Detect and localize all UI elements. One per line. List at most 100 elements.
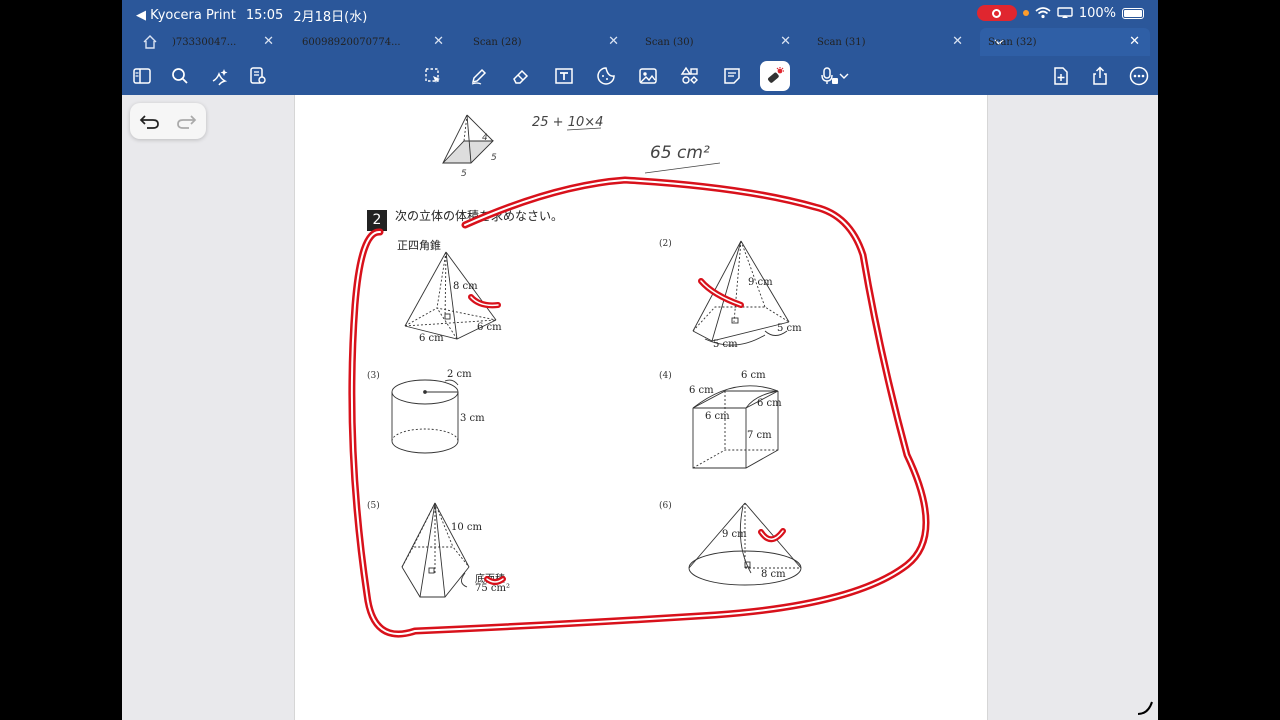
lasso-select-button[interactable]: [420, 63, 446, 89]
q5-number: (5): [367, 501, 380, 511]
screen-record-indicator[interactable]: [976, 5, 1017, 21]
back-to-app-link[interactable]: ◀ Kyocera Print: [136, 8, 236, 23]
highlighter-button[interactable]: [760, 61, 790, 91]
q1-title: 正四角錐: [397, 239, 441, 252]
more-button[interactable]: [1126, 63, 1152, 89]
q4-edge-label: 6 cm: [741, 370, 766, 381]
document-search-icon: [250, 67, 266, 84]
q2-side-label: 5 cm: [713, 339, 738, 350]
geometry-figures: [391, 114, 802, 598]
q1-side-label: 6 cm: [419, 333, 444, 344]
q2-side-label: 5 cm: [777, 323, 802, 334]
q6-slant-label: 9 cm: [722, 529, 747, 540]
document-viewport[interactable]: 25 + 10×4 65 cm² 4 5 5 2 次の立体の体積を求めなさい。 …: [122, 95, 1158, 720]
text-box-button[interactable]: [551, 63, 577, 89]
handwritten-answer: 65 cm²: [650, 143, 710, 163]
tab-label: )73330047...: [172, 36, 237, 48]
q5-hexagonal-pyramid-figure: [401, 502, 470, 598]
chevron-down-icon: [839, 73, 849, 79]
q3-number: (3): [367, 371, 380, 381]
tab-label: Scan (28): [473, 36, 522, 48]
undo-redo-panel: [130, 103, 206, 139]
tab-document-1[interactable]: )73330047... ✕: [172, 28, 284, 56]
battery-icon: [1122, 7, 1144, 19]
question-instruction: 次の立体の体積を求めなさい。: [395, 209, 564, 223]
tab-label: Scan (30): [645, 36, 694, 48]
lasso-icon: [425, 68, 440, 83]
handwritten-calculation: 25 + 10×4: [532, 115, 604, 130]
handwritten-dimension: 4: [482, 133, 488, 143]
sidebar-button[interactable]: [129, 63, 155, 89]
more-icon: [1129, 66, 1149, 86]
laser-pointer-icon: [768, 67, 784, 83]
ai-assist-button[interactable]: [207, 63, 233, 89]
q5-edge-label: 10 cm: [451, 522, 482, 533]
redo-icon[interactable]: [175, 111, 197, 131]
tab-label: Scan (31): [817, 36, 866, 48]
q4-height-label: 7 cm: [747, 430, 772, 441]
status-date: 2月18日(水): [293, 10, 368, 25]
sparkle-icon: [212, 69, 228, 86]
q6-number: (6): [659, 501, 672, 511]
tab-scan-28[interactable]: Scan (28) ✕: [465, 28, 629, 56]
status-time: 15:05: [245, 8, 284, 23]
note-icon: [724, 68, 740, 84]
q6-radius-label: 8 cm: [761, 569, 786, 580]
q4-edge-label: 6 cm: [705, 411, 730, 422]
search-icon: [172, 68, 188, 84]
wifi-icon: [1035, 7, 1051, 19]
sticker-icon: [597, 67, 615, 85]
handwritten-dimension: 5: [491, 153, 497, 163]
shapes-button[interactable]: [677, 63, 703, 89]
tab-label: 60098920070774...: [302, 36, 401, 48]
close-icon[interactable]: ✕: [1129, 34, 1140, 49]
tab-scan-30[interactable]: Scan (30) ✕: [637, 28, 801, 56]
close-icon[interactable]: ✕: [952, 34, 963, 49]
mic-indicator-icon: [1022, 10, 1029, 16]
share-button[interactable]: [1087, 63, 1113, 89]
shapes-icon: [680, 66, 698, 84]
status-bar: ◀ Kyocera Print 15:05 2月18日(水) 100%: [122, 0, 1158, 28]
note-button[interactable]: [719, 63, 745, 89]
tab-label: Scan (32): [988, 36, 1037, 48]
pen-icon: [471, 68, 487, 85]
q3-radius-label: 2 cm: [447, 369, 472, 380]
q1-height-label: 8 cm: [453, 281, 478, 292]
q4-number: (4): [659, 371, 672, 381]
image-button[interactable]: [635, 63, 661, 89]
sidebar-icon: [133, 68, 151, 84]
tab-scan-32[interactable]: Scan (32) ✕: [980, 28, 1150, 56]
document-tab-bar: )73330047... ✕ 60098920070774... ✕ Scan …: [122, 28, 1158, 56]
q1-side-label: 6 cm: [477, 322, 502, 333]
question-number: 2: [367, 210, 387, 231]
tab-scan-31[interactable]: Scan (31) ✕: [809, 28, 973, 56]
undo-icon[interactable]: [139, 111, 161, 131]
close-icon[interactable]: ✕: [608, 34, 619, 49]
close-icon[interactable]: ✕: [780, 34, 791, 49]
q5-base-area-value: 75 cm²: [475, 583, 510, 594]
summary-button[interactable]: [245, 63, 271, 89]
pen-button[interactable]: [466, 63, 492, 89]
annotation-toolbar: [122, 56, 1158, 95]
sticker-button[interactable]: [593, 63, 619, 89]
dictation-button[interactable]: [812, 63, 856, 89]
share-icon: [1093, 66, 1107, 85]
q2-pyramid-figure: [692, 240, 790, 346]
search-button[interactable]: [167, 63, 193, 89]
q2-height-label: 9 cm: [748, 277, 773, 288]
q3-height-label: 3 cm: [460, 413, 485, 424]
add-document-icon: [1054, 67, 1068, 85]
image-icon: [639, 68, 657, 84]
eraser-button[interactable]: [508, 63, 534, 89]
add-page-button[interactable]: [1048, 63, 1074, 89]
pencil-hover-icon: [1137, 701, 1153, 715]
microphone-icon: [821, 67, 838, 84]
q2-number: (2): [659, 239, 672, 249]
q4-edge-label: 6 cm: [757, 398, 782, 409]
tab-document-2[interactable]: 60098920070774... ✕: [294, 28, 454, 56]
home-icon[interactable]: [142, 34, 158, 50]
close-icon[interactable]: ✕: [433, 34, 444, 49]
screen-mirror-icon: [1057, 7, 1073, 18]
close-icon[interactable]: ✕: [263, 34, 274, 49]
scanned-page[interactable]: 25 + 10×4 65 cm² 4 5 5 2 次の立体の体積を求めなさい。 …: [294, 95, 988, 720]
